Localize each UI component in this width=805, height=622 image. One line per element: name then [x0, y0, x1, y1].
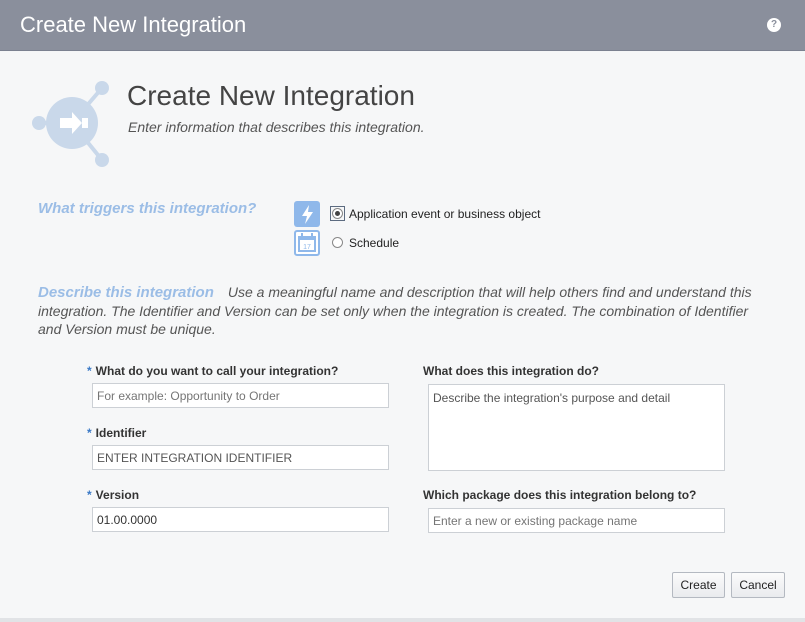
- calendar-day: 17: [303, 244, 311, 251]
- dialog-bottom-edge: [0, 618, 805, 622]
- radio-label-application-event[interactable]: Application event or business object: [349, 207, 540, 221]
- identifier-label: * Identifier: [87, 426, 146, 440]
- package-label: Which package does this integration belo…: [423, 488, 697, 502]
- package-input[interactable]: [428, 508, 725, 533]
- version-label-text: Version: [95, 488, 140, 502]
- calendar-icon: 17: [294, 230, 320, 256]
- required-mark: *: [87, 364, 92, 378]
- integration-hub-icon: [32, 81, 109, 167]
- name-label-text: What do you want to call your integratio…: [95, 364, 339, 378]
- dialog-title: Create New Integration: [20, 12, 247, 37]
- radio-application-event[interactable]: [332, 208, 343, 219]
- identifier-label-text: Identifier: [95, 426, 147, 440]
- name-input[interactable]: [92, 383, 389, 408]
- triggers-label: What triggers this integration?: [38, 200, 257, 217]
- description-label: What does this integration do?: [423, 364, 599, 378]
- radio-label-schedule[interactable]: Schedule: [349, 236, 399, 250]
- required-mark: *: [87, 488, 92, 502]
- create-button[interactable]: Create: [672, 572, 725, 598]
- describe-label: Describe this integration: [38, 284, 214, 301]
- radio-schedule[interactable]: [332, 237, 343, 248]
- page-title: Create New Integration: [127, 80, 415, 111]
- required-mark: *: [87, 426, 92, 440]
- name-label: * What do you want to call your integrati…: [87, 364, 338, 378]
- identifier-input[interactable]: [92, 445, 389, 470]
- dialog-titlebar: Create New Integration ?: [0, 0, 805, 51]
- version-input[interactable]: [92, 507, 389, 532]
- cancel-button[interactable]: Cancel: [731, 572, 785, 598]
- describe-section: Describe this integration Use a meaningfu…: [38, 283, 768, 338]
- description-textarea[interactable]: Describe the integration's purpose and d…: [428, 384, 725, 471]
- lightning-bolt-icon: [294, 201, 320, 227]
- page-subtitle: Enter information that describes this in…: [128, 119, 425, 135]
- version-label: * Version: [87, 488, 139, 502]
- help-icon[interactable]: ?: [767, 18, 781, 32]
